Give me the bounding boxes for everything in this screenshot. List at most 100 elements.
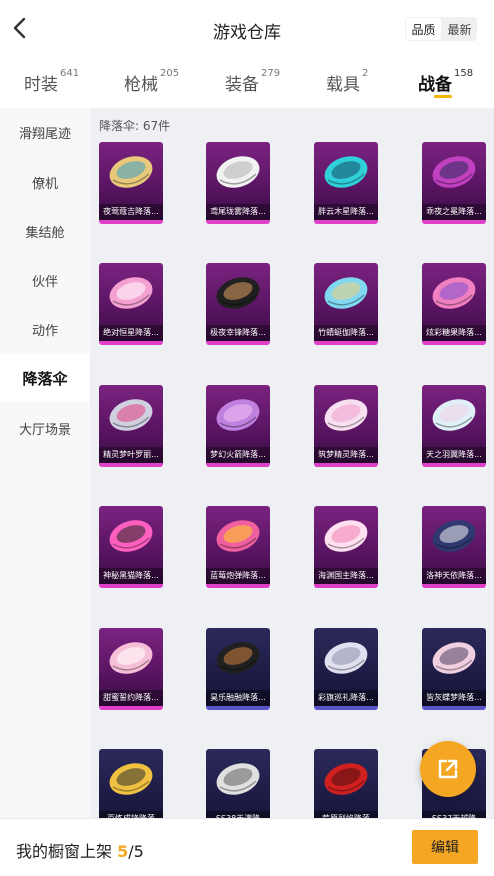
item-name: 竹蜻蜓伽降落... bbox=[314, 325, 378, 341]
item-card[interactable]: 乖夜之冕降落... bbox=[422, 142, 486, 224]
item-card[interactable]: 昊乐融融降落... bbox=[206, 628, 270, 710]
item-name: 炫彩糖果降落... bbox=[422, 325, 486, 341]
tab-fashion[interactable]: 时装641 bbox=[24, 68, 80, 95]
share-button[interactable] bbox=[420, 741, 476, 797]
item-name: 百炼成锋降落 bbox=[99, 811, 163, 818]
showcase-label: 我的橱窗上架 bbox=[16, 842, 118, 861]
tab-count: 2 bbox=[362, 68, 369, 79]
item-card[interactable]: 绝对恒星降落... bbox=[99, 263, 163, 345]
item-card[interactable]: 夜莺蔻吉降落... bbox=[99, 142, 163, 224]
item-name: SS37天越降 bbox=[422, 811, 486, 818]
item-name: 甜蜜誓约降落... bbox=[99, 690, 163, 706]
parachute-icon bbox=[105, 514, 157, 558]
item-card[interactable]: 荒原烈焰降落 bbox=[314, 749, 378, 818]
parachute-icon bbox=[105, 150, 157, 194]
item-grid: 降落伞: 67件 夜莺蔻吉降落... 鸢尾珑雾降落... 胖云木星降落... 乖夜之冕… bbox=[90, 108, 494, 818]
item-name: 神秘黑猫降落... bbox=[99, 568, 163, 584]
sidebar-item-wingman[interactable]: 僚机 bbox=[0, 158, 90, 206]
item-card[interactable]: 天之羽翼降落... bbox=[422, 385, 486, 467]
tab-label: 战备 bbox=[418, 75, 452, 95]
tab-weapons[interactable]: 枪械205 bbox=[124, 68, 179, 95]
tab-label: 时装 bbox=[24, 75, 58, 95]
parachute-icon bbox=[105, 393, 157, 437]
sort-by-newest-button[interactable]: 最新 bbox=[442, 17, 477, 41]
item-card[interactable]: 竹蜻蜓伽降落... bbox=[314, 263, 378, 345]
item-name: 荒原烈焰降落 bbox=[314, 811, 378, 818]
item-name: 天之羽翼降落... bbox=[422, 447, 486, 463]
parachute-icon bbox=[212, 393, 264, 437]
item-card[interactable]: 筑梦精灵降落... bbox=[314, 385, 378, 467]
parachute-icon bbox=[105, 636, 157, 680]
tab-battle-gear[interactable]: 战备158 bbox=[418, 68, 474, 95]
parachute-icon bbox=[428, 150, 480, 194]
parachute-icon bbox=[105, 271, 157, 315]
tab-label: 枪械 bbox=[124, 75, 158, 95]
parachute-icon bbox=[320, 271, 372, 315]
tab-vehicles[interactable]: 载具2 bbox=[326, 68, 369, 95]
item-card[interactable]: 鸢尾珑雾降落... bbox=[206, 142, 270, 224]
share-icon bbox=[438, 759, 458, 779]
item-name: 极夜幸锋降落... bbox=[206, 325, 270, 341]
parachute-icon bbox=[428, 514, 480, 558]
sidebar-item-parachute[interactable]: 降落伞 bbox=[0, 354, 90, 402]
item-card[interactable]: 炫彩糖果降落... bbox=[422, 263, 486, 345]
item-card[interactable]: 洛神天依降落... bbox=[422, 506, 486, 588]
item-name: 梦幻火箭降落... bbox=[206, 447, 270, 463]
item-name: 海渊国主降落... bbox=[314, 568, 378, 584]
active-tab-indicator bbox=[434, 95, 452, 98]
tab-label: 装备 bbox=[225, 75, 259, 95]
item-name: 乖夜之冕降落... bbox=[422, 204, 486, 220]
showcase-shown-count: 5 bbox=[117, 842, 129, 861]
category-tabs: 时装641 枪械205 装备279 载具2 战备158 bbox=[0, 62, 494, 104]
showcase-total-count: 5 bbox=[133, 842, 144, 861]
sidebar-item-partner[interactable]: 伙伴 bbox=[0, 256, 90, 304]
item-name: 蓝莓炮弹降落... bbox=[206, 568, 270, 584]
sort-by-quality-button[interactable]: 品质 bbox=[406, 18, 441, 40]
item-card[interactable]: 海渊国主降落... bbox=[314, 506, 378, 588]
item-name: SS38天满降 bbox=[206, 811, 270, 818]
item-name: 筑梦精灵降落... bbox=[314, 447, 378, 463]
item-card[interactable]: 梦幻火箭降落... bbox=[206, 385, 270, 467]
parachute-icon bbox=[212, 514, 264, 558]
item-name: 绝对恒星降落... bbox=[99, 325, 163, 341]
item-name: 夜莺蔻吉降落... bbox=[99, 204, 163, 220]
item-card[interactable]: 甜蜜誓约降落... bbox=[99, 628, 163, 710]
edit-button[interactable]: 编辑 bbox=[412, 830, 478, 864]
parachute-icon bbox=[212, 636, 264, 680]
parachute-icon bbox=[428, 393, 480, 437]
parachute-icon bbox=[428, 636, 480, 680]
parachute-icon bbox=[105, 757, 157, 801]
sidebar-item-lobby-scene[interactable]: 大厅场景 bbox=[0, 404, 90, 452]
parachute-icon bbox=[320, 514, 372, 558]
item-card[interactable]: 精灵梦叶罗丽... bbox=[99, 385, 163, 467]
showcase-status: 我的橱窗上架 5/5 bbox=[16, 838, 144, 862]
sidebar-item-emote[interactable]: 动作 bbox=[0, 305, 90, 353]
item-card[interactable]: 神秘黑猫降落... bbox=[99, 506, 163, 588]
parachute-icon bbox=[320, 757, 372, 801]
parachute-icon bbox=[212, 271, 264, 315]
item-card[interactable]: 极夜幸锋降落... bbox=[206, 263, 270, 345]
parachute-icon bbox=[212, 757, 264, 801]
parachute-icon bbox=[212, 150, 264, 194]
tab-count: 158 bbox=[454, 68, 474, 79]
item-card[interactable]: 彩旗巡礼降落... bbox=[314, 628, 378, 710]
item-name: 胖云木星降落... bbox=[314, 204, 378, 220]
tab-equipment[interactable]: 装备279 bbox=[225, 68, 280, 95]
item-name: 昊乐融融降落... bbox=[206, 690, 270, 706]
sidebar-item-rally-pod[interactable]: 集结舱 bbox=[0, 207, 90, 255]
item-card[interactable]: 百炼成锋降落 bbox=[99, 749, 163, 818]
parachute-icon bbox=[320, 150, 372, 194]
tab-label: 载具 bbox=[326, 75, 360, 95]
item-card[interactable]: 皆灰蝶梦降落... bbox=[422, 628, 486, 710]
item-card[interactable]: 蓝莓炮弹降落... bbox=[206, 506, 270, 588]
parachute-icon bbox=[428, 271, 480, 315]
item-card[interactable]: SS38天满降 bbox=[206, 749, 270, 818]
item-name: 精灵梦叶罗丽... bbox=[99, 447, 163, 463]
item-card[interactable]: 胖云木星降落... bbox=[314, 142, 378, 224]
tab-count: 641 bbox=[60, 68, 80, 79]
sidebar-item-glide-trail[interactable]: 滑翔尾迹 bbox=[0, 108, 90, 156]
header: 游戏仓库 品质 最新 bbox=[0, 0, 494, 56]
item-count: 降落伞: 67件 bbox=[99, 119, 171, 133]
showcase-bar: 我的橱窗上架 5/5 编辑 bbox=[0, 818, 494, 876]
parachute-icon bbox=[320, 636, 372, 680]
